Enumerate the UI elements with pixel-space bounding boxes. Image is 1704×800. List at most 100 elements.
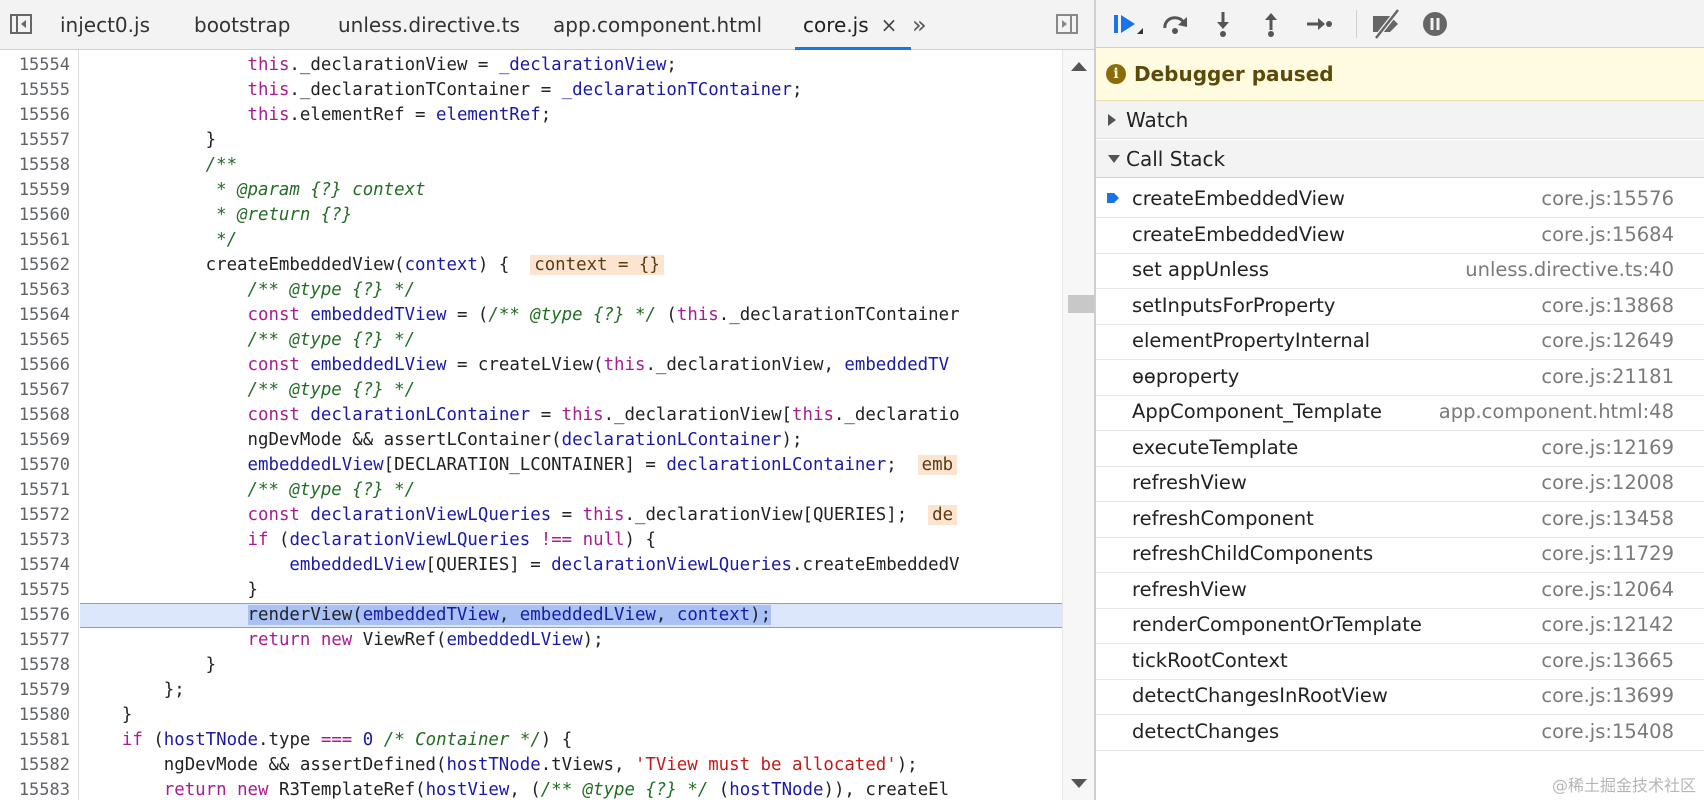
- line-number[interactable]: 15557: [0, 128, 70, 153]
- line-number[interactable]: 15572: [0, 503, 70, 528]
- more-tabs-icon[interactable]: »: [912, 0, 927, 49]
- line-number[interactable]: 15562: [0, 253, 70, 278]
- line-number[interactable]: 15555: [0, 78, 70, 103]
- call-frame[interactable]: elementPropertyInternal core.js:12649: [1096, 322, 1704, 360]
- frame-function-name: ɵɵproperty: [1132, 364, 1240, 388]
- line-number[interactable]: 15583: [0, 778, 70, 800]
- frame-location-link[interactable]: unless.directive.ts:40: [1465, 251, 1674, 289]
- line-number[interactable]: 15575: [0, 578, 70, 603]
- frame-location-link[interactable]: core.js:15684: [1541, 216, 1674, 254]
- info-icon: i: [1106, 64, 1126, 84]
- frame-location-link[interactable]: core.js:13458: [1541, 500, 1674, 538]
- scroll-up-arrow-icon[interactable]: [1071, 62, 1087, 71]
- line-number[interactable]: 15554: [0, 53, 70, 78]
- tab-inject0[interactable]: inject0.js: [60, 0, 150, 49]
- frame-location-link[interactable]: core.js:13699: [1541, 677, 1674, 715]
- line-number[interactable]: 15566: [0, 353, 70, 378]
- step-into-icon[interactable]: [1206, 8, 1240, 40]
- sidebar-toggle-icon[interactable]: [8, 11, 34, 37]
- line-number[interactable]: 15571: [0, 478, 70, 503]
- line-number[interactable]: 15582: [0, 753, 70, 778]
- frame-function-name: refreshView: [1132, 577, 1247, 601]
- code-line: }: [80, 655, 217, 675]
- code-view[interactable]: 15554 15555 15556 15557 15558 15559 15560 15561…: [0, 50, 1062, 800]
- call-frame[interactable]: executeTemplate core.js:12169: [1096, 429, 1704, 467]
- frame-location-link[interactable]: core.js:15576: [1541, 180, 1674, 218]
- line-number[interactable]: 15580: [0, 703, 70, 728]
- frame-location-link[interactable]: core.js:21181: [1541, 358, 1674, 396]
- line-number[interactable]: 15577: [0, 628, 70, 653]
- line-number[interactable]: 15576: [0, 603, 70, 628]
- line-number[interactable]: 15581: [0, 728, 70, 753]
- frame-location-link[interactable]: core.js:13868: [1541, 287, 1674, 325]
- line-number-gutter[interactable]: 15554 15555 15556 15557 15558 15559 15560 15561…: [0, 50, 79, 800]
- line-number[interactable]: 15559: [0, 178, 70, 203]
- code-line: this.elementRef = elementRef;: [247, 105, 552, 125]
- expand-arrow-icon: [1108, 114, 1116, 126]
- deactivate-breakpoints-icon[interactable]: [1370, 8, 1404, 40]
- tab-core-js[interactable]: core.js ×: [794, 0, 912, 50]
- line-number[interactable]: 15560: [0, 203, 70, 228]
- resume-icon[interactable]: [1110, 8, 1144, 40]
- call-frame[interactable]: detectChangesInRootView core.js:13699: [1096, 677, 1704, 715]
- vertical-scrollbar[interactable]: [1062, 50, 1094, 800]
- frame-location-link[interactable]: core.js:13665: [1541, 642, 1674, 680]
- call-frame[interactable]: refreshView core.js:12008: [1096, 464, 1704, 502]
- line-number[interactable]: 15558: [0, 153, 70, 178]
- frame-location-link[interactable]: core.js:12169: [1541, 429, 1674, 467]
- line-number[interactable]: 15578: [0, 653, 70, 678]
- frame-location-link[interactable]: core.js:15408: [1541, 713, 1674, 751]
- scrollbar-thumb[interactable]: [1068, 295, 1094, 313]
- code-line: }: [80, 130, 217, 150]
- tab-app-component-html[interactable]: app.component.html: [553, 0, 762, 49]
- call-frame[interactable]: createEmbeddedView core.js:15684: [1096, 216, 1704, 254]
- line-number[interactable]: 15574: [0, 553, 70, 578]
- panel-toggle-icon[interactable]: [1054, 11, 1080, 37]
- line-number[interactable]: 15563: [0, 278, 70, 303]
- line-number[interactable]: 15567: [0, 378, 70, 403]
- call-frame[interactable]: tickRootContext core.js:13665: [1096, 642, 1704, 680]
- line-number[interactable]: 15579: [0, 678, 70, 703]
- line-number[interactable]: 15556: [0, 103, 70, 128]
- tab-bootstrap[interactable]: bootstrap: [194, 0, 290, 49]
- frame-location-link[interactable]: core.js:12649: [1541, 322, 1674, 360]
- call-frame[interactable]: refreshChildComponents core.js:11729: [1096, 535, 1704, 573]
- line-number[interactable]: 15573: [0, 528, 70, 553]
- frame-location-link[interactable]: core.js:12064: [1541, 571, 1674, 609]
- call-frame[interactable]: createEmbeddedView core.js:15576: [1096, 180, 1704, 218]
- debugger-toolbar: [1096, 0, 1704, 48]
- call-frame[interactable]: refreshView core.js:12064: [1096, 571, 1704, 609]
- watch-section-header[interactable]: Watch: [1096, 101, 1704, 139]
- code-line: return new ViewRef(embeddedLView);: [247, 630, 604, 650]
- frame-location-link[interactable]: core.js:11729: [1541, 535, 1674, 573]
- current-frame-arrow-icon: [1107, 193, 1119, 203]
- line-number[interactable]: 15565: [0, 328, 70, 353]
- tab-unless-directive[interactable]: unless.directive.ts: [338, 0, 520, 49]
- scroll-down-arrow-icon[interactable]: [1071, 779, 1087, 788]
- close-icon[interactable]: ×: [881, 0, 898, 50]
- line-number[interactable]: 15561: [0, 228, 70, 253]
- call-frame[interactable]: set appUnless unless.directive.ts:40: [1096, 251, 1704, 289]
- step-out-icon[interactable]: [1254, 8, 1288, 40]
- step-icon[interactable]: [1302, 8, 1336, 40]
- call-frame[interactable]: detectChanges core.js:15408: [1096, 713, 1704, 751]
- debugger-paused-banner: i Debugger paused: [1096, 48, 1704, 101]
- call-frame[interactable]: setInputsForProperty core.js:13868: [1096, 287, 1704, 325]
- line-number[interactable]: 15569: [0, 428, 70, 453]
- line-number[interactable]: 15564: [0, 303, 70, 328]
- call-frame[interactable]: refreshComponent core.js:13458: [1096, 500, 1704, 538]
- call-frame[interactable]: AppComponent_Template app.component.html:…: [1096, 393, 1704, 431]
- line-number[interactable]: 15570: [0, 453, 70, 478]
- toolbar-separator: [1356, 10, 1357, 38]
- line-number[interactable]: 15568: [0, 403, 70, 428]
- call-frame[interactable]: ɵɵproperty core.js:21181: [1096, 358, 1704, 396]
- frame-location-link[interactable]: core.js:12142: [1541, 606, 1674, 644]
- code-line: * @return {?}: [80, 205, 353, 225]
- call-frame[interactable]: renderComponentOrTemplate core.js:12142: [1096, 606, 1704, 644]
- callstack-section-header[interactable]: Call Stack: [1096, 140, 1704, 178]
- step-over-icon[interactable]: [1158, 8, 1192, 40]
- frame-location-link[interactable]: app.component.html:48: [1439, 393, 1674, 431]
- pause-on-exceptions-icon[interactable]: [1418, 8, 1452, 40]
- code-line: const embeddedTView = (/** @type {?} */ …: [247, 305, 960, 325]
- frame-location-link[interactable]: core.js:12008: [1541, 464, 1674, 502]
